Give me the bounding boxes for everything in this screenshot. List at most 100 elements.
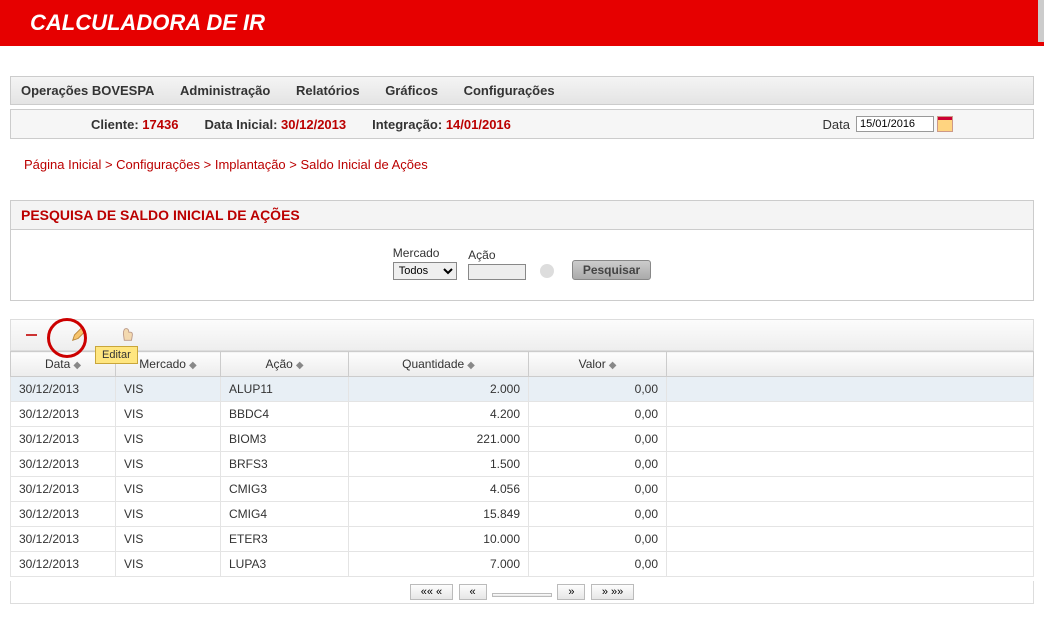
- cell-quantidade: 221.000: [349, 427, 529, 452]
- table-row[interactable]: 30/12/2013VISCMIG34.0560,00: [11, 477, 1034, 502]
- table-row[interactable]: 30/12/2013VISBIOM3221.0000,00: [11, 427, 1034, 452]
- cell-data: 30/12/2013: [11, 427, 116, 452]
- hand-icon[interactable]: [118, 325, 138, 345]
- cell-valor: 0,00: [529, 427, 667, 452]
- col-valor[interactable]: Valor◆: [529, 352, 667, 377]
- grid-toolbar: Editar: [10, 319, 1034, 351]
- pager-page[interactable]: [492, 593, 552, 597]
- acao-input[interactable]: [468, 264, 526, 280]
- cell-quantidade: 10.000: [349, 527, 529, 552]
- cell-data: 30/12/2013: [11, 477, 116, 502]
- integracao-value: 14/01/2016: [446, 117, 511, 132]
- cell-valor: 0,00: [529, 502, 667, 527]
- cell-empty: [667, 427, 1034, 452]
- cell-valor: 0,00: [529, 477, 667, 502]
- search-panel: PESQUISA DE SALDO INICIAL DE AÇÕES Merca…: [10, 200, 1034, 301]
- cell-acao: BRFS3: [221, 452, 349, 477]
- main-nav: Operações BOVESPA Administração Relatóri…: [10, 76, 1034, 105]
- integracao-label: Integração:: [372, 117, 442, 132]
- cell-acao: ALUP11: [221, 377, 349, 402]
- panel-body: Mercado Todos Ação Pesquisar: [11, 230, 1033, 300]
- data-inicial-label: Data Inicial:: [204, 117, 277, 132]
- data-input[interactable]: [856, 116, 934, 132]
- app-title: CALCULADORA DE IR: [30, 10, 265, 35]
- pager-prev[interactable]: «: [459, 584, 487, 600]
- col-quantidade[interactable]: Quantidade◆: [349, 352, 529, 377]
- mercado-label: Mercado: [393, 246, 457, 260]
- filter-acao: Ação: [468, 248, 526, 280]
- cell-mercado: VIS: [116, 402, 221, 427]
- pager-first[interactable]: «« «: [410, 584, 453, 600]
- cell-mercado: VIS: [116, 477, 221, 502]
- app-header: CALCULADORA DE IR: [0, 0, 1044, 46]
- info-bar: Cliente: 17436 Data Inicial: 30/12/2013 …: [10, 109, 1034, 139]
- nav-item-relatorios[interactable]: Relatórios: [296, 83, 360, 98]
- breadcrumb-item[interactable]: Implantação: [215, 157, 286, 172]
- cell-data: 30/12/2013: [11, 502, 116, 527]
- cell-empty: [667, 527, 1034, 552]
- cell-data: 30/12/2013: [11, 552, 116, 577]
- breadcrumb: Página Inicial > Configurações > Implant…: [24, 157, 1020, 172]
- nav-item-configuracoes[interactable]: Configurações: [464, 83, 555, 98]
- data-label: Data: [823, 117, 850, 132]
- cell-acao: ETER3: [221, 527, 349, 552]
- cell-data: 30/12/2013: [11, 402, 116, 427]
- cell-mercado: VIS: [116, 552, 221, 577]
- calendar-icon[interactable]: [937, 116, 953, 132]
- cell-empty: [667, 452, 1034, 477]
- cell-mercado: VIS: [116, 427, 221, 452]
- cell-empty: [667, 502, 1034, 527]
- filter-mercado: Mercado Todos: [393, 246, 457, 280]
- cell-acao: LUPA3: [221, 552, 349, 577]
- col-acao[interactable]: Ação◆: [221, 352, 349, 377]
- cell-valor: 0,00: [529, 377, 667, 402]
- cell-acao: CMIG4: [221, 502, 349, 527]
- cell-valor: 0,00: [529, 527, 667, 552]
- cliente-label: Cliente:: [91, 117, 139, 132]
- cell-empty: [667, 377, 1034, 402]
- cell-empty: [667, 552, 1034, 577]
- nav-item-administracao[interactable]: Administração: [180, 83, 270, 98]
- data-inicial-value: 30/12/2013: [281, 117, 346, 132]
- mercado-select[interactable]: Todos: [393, 262, 457, 280]
- cell-empty: [667, 477, 1034, 502]
- cell-empty: [667, 402, 1034, 427]
- cell-data: 30/12/2013: [11, 452, 116, 477]
- breadcrumb-item[interactable]: Página Inicial: [24, 157, 101, 172]
- cell-quantidade: 4.200: [349, 402, 529, 427]
- cell-quantidade: 7.000: [349, 552, 529, 577]
- breadcrumb-item[interactable]: Configurações: [116, 157, 200, 172]
- scrollbar-stub: [1038, 0, 1044, 42]
- acao-label: Ação: [468, 248, 526, 262]
- breadcrumb-item[interactable]: Saldo Inicial de Ações: [301, 157, 428, 172]
- cell-data: 30/12/2013: [11, 527, 116, 552]
- cell-acao: CMIG3: [221, 477, 349, 502]
- pager-next[interactable]: »: [557, 584, 585, 600]
- cell-mercado: VIS: [116, 452, 221, 477]
- cell-data: 30/12/2013: [11, 377, 116, 402]
- cell-acao: BBDC4: [221, 402, 349, 427]
- cell-mercado: VIS: [116, 527, 221, 552]
- pager: «« « « » » »»: [10, 581, 1034, 604]
- results-grid: Data◆ Mercado◆ Ação◆ Quantidade◆ Valor◆ …: [10, 351, 1034, 577]
- pencil-icon[interactable]: [70, 325, 90, 345]
- cell-valor: 0,00: [529, 452, 667, 477]
- cell-mercado: VIS: [116, 377, 221, 402]
- minus-icon[interactable]: [23, 325, 43, 345]
- cell-quantidade: 1.500: [349, 452, 529, 477]
- nav-item-operacoes[interactable]: Operações BOVESPA: [21, 83, 154, 98]
- clear-icon[interactable]: [540, 264, 554, 278]
- table-row[interactable]: 30/12/2013VISBBDC44.2000,00: [11, 402, 1034, 427]
- editar-tooltip: Editar: [95, 346, 138, 364]
- table-row[interactable]: 30/12/2013VISALUP112.0000,00: [11, 377, 1034, 402]
- table-row[interactable]: 30/12/2013VISETER310.0000,00: [11, 527, 1034, 552]
- cell-valor: 0,00: [529, 552, 667, 577]
- search-button[interactable]: Pesquisar: [572, 260, 651, 280]
- table-row[interactable]: 30/12/2013VISCMIG415.8490,00: [11, 502, 1034, 527]
- cell-valor: 0,00: [529, 402, 667, 427]
- table-row[interactable]: 30/12/2013VISLUPA37.0000,00: [11, 552, 1034, 577]
- table-row[interactable]: 30/12/2013VISBRFS31.5000,00: [11, 452, 1034, 477]
- pager-last[interactable]: » »»: [591, 584, 634, 600]
- cell-mercado: VIS: [116, 502, 221, 527]
- nav-item-graficos[interactable]: Gráficos: [385, 83, 438, 98]
